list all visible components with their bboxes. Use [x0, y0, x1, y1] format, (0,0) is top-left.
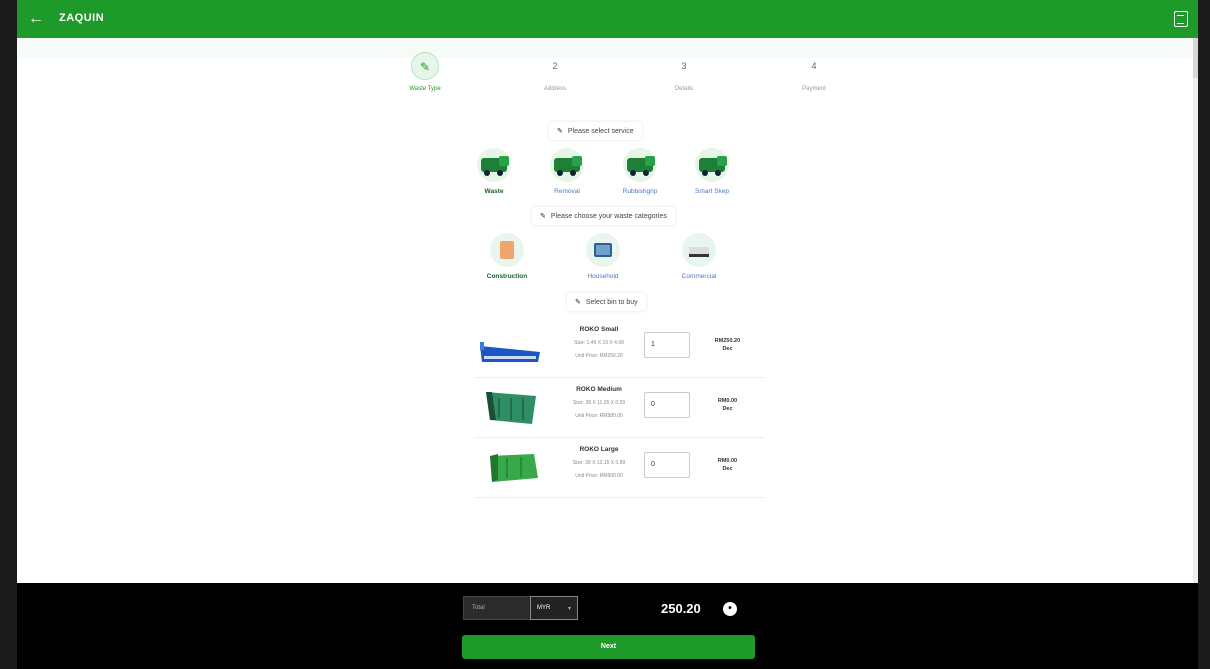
service-removal[interactable]: Removal: [532, 148, 602, 195]
bin-section-text: Select bin to buy: [585, 299, 638, 306]
bin-size: Size: 1.46 X 19 X 4.99: [574, 340, 624, 346]
checkout-bar: Total MYR ▾ 250.20 • Next: [17, 583, 1198, 669]
service-smart-skep[interactable]: Smart Skep: [677, 148, 747, 195]
quantity-input[interactable]: 0: [644, 452, 690, 478]
step-circle: 2: [552, 61, 558, 71]
step-circle: 3: [681, 61, 687, 71]
skip-truck-icon: [695, 148, 729, 182]
garbage-truck-icon: [623, 148, 657, 182]
step-circle: 4: [811, 61, 817, 71]
bin-size: Size: 38 X 11.35 X 0.59: [572, 400, 626, 406]
category-label: Construction: [486, 273, 528, 280]
stepper: ✎ Waste Type 2 Address 3 Details 4 Payme…: [380, 52, 850, 100]
bin-row: ROKO Large Size: 38 X 12.15 X 0.89 Unit …: [474, 438, 764, 498]
pen-icon: ✎: [575, 299, 581, 306]
arrow-left-icon[interactable]: ←: [27, 10, 45, 28]
bin-total: RM0.00 Dec: [700, 397, 755, 413]
bin-unit-price: Unit Price: RM580.00: [575, 413, 623, 419]
total-amount: 250.20: [661, 601, 701, 616]
category-label: Commercial: [681, 273, 717, 280]
category-construction[interactable]: Construction: [472, 233, 542, 280]
service-section-label: ✎ Please select service: [549, 122, 642, 140]
step-label: Details: [674, 86, 694, 92]
bin-section-label: ✎ Select bin to buy: [567, 293, 646, 311]
large-bin-image: [490, 454, 538, 482]
bin-size: Size: 38 X 12.15 X 0.89: [572, 460, 626, 466]
bin-total: RM250.20 Dec: [700, 337, 755, 353]
service-label: Rubbishgrip: [622, 188, 658, 195]
medium-bin-image: [486, 392, 536, 424]
scrollbar-thumb[interactable]: [1193, 38, 1198, 78]
next-button[interactable]: Next: [462, 635, 755, 659]
info-icon[interactable]: •: [723, 602, 737, 616]
bin-info: ROKO Medium Size: 38 X 11.35 X 0.59 Unit…: [554, 386, 644, 419]
quantity-input[interactable]: 1: [644, 332, 690, 358]
currency-select[interactable]: MYR ▾: [530, 596, 578, 620]
category-label: Household: [587, 273, 619, 280]
currency-value: MYR: [537, 605, 551, 611]
service-section-text: Please select service: [567, 128, 634, 135]
bin-row: ROKO Medium Size: 38 X 11.35 X 0.59 Unit…: [474, 378, 764, 438]
service-label: Waste: [484, 188, 504, 195]
category-household[interactable]: Household: [568, 233, 638, 280]
pen-icon: ✎: [557, 128, 563, 135]
truck-icon: [477, 148, 511, 182]
step-label: Waste Type: [409, 86, 441, 92]
service-label: Smart Skep: [695, 188, 729, 195]
scrollbar[interactable]: [1193, 38, 1198, 583]
bin-total-unit: Dec: [722, 406, 733, 412]
bin-name: ROKO Large: [579, 446, 619, 453]
step-waste-type[interactable]: ✎ Waste Type: [380, 52, 470, 92]
construction-icon: [490, 233, 524, 267]
loader-icon: [550, 148, 584, 182]
bin-name: ROKO Small: [579, 326, 619, 333]
service-waste[interactable]: Waste: [459, 148, 529, 195]
bin-list: ROKO Small Size: 1.46 X 19 X 4.99 Unit P…: [474, 318, 764, 498]
service-label: Removal: [554, 188, 580, 195]
step-details[interactable]: 3 Details: [639, 52, 729, 92]
bin-unit-price: Unit Price: RM250.20: [575, 353, 623, 359]
app-title: ZAQUIN: [59, 12, 105, 24]
bin-total: RM0.00 Dec: [700, 457, 755, 473]
top-app-bar: ← ZAQUIN: [17, 0, 1198, 38]
category-commercial[interactable]: Commercial: [664, 233, 734, 280]
step-payment[interactable]: 4 Payment: [769, 52, 859, 92]
document-icon[interactable]: [1174, 11, 1188, 27]
bin-total-amount: RM0.00: [717, 458, 738, 464]
bin-info: ROKO Small Size: 1.46 X 19 X 4.99 Unit P…: [554, 326, 644, 359]
bin-row: ROKO Small Size: 1.46 X 19 X 4.99 Unit P…: [474, 318, 764, 378]
bin-unit-price: Unit Price: RM600.00: [575, 473, 623, 479]
household-icon: [586, 233, 620, 267]
bin-total-amount: RM0.00: [717, 398, 738, 404]
factory-icon: [682, 233, 716, 267]
bin-total-unit: Dec: [722, 346, 733, 352]
total-field[interactable]: Total: [463, 596, 531, 620]
bin-info: ROKO Large Size: 38 X 12.15 X 0.89 Unit …: [554, 446, 644, 479]
bin-name: ROKO Medium: [576, 386, 622, 393]
app-window: ← ZAQUIN ✎ Waste Type 2 Address 3 Detail…: [17, 0, 1198, 669]
category-section-text: Please choose your waste categories: [550, 213, 667, 220]
pen-icon: ✎: [540, 213, 546, 220]
step-label: Payment: [802, 86, 826, 92]
step-label: Address: [543, 86, 566, 92]
small-bin-image: [480, 342, 540, 362]
bin-total-unit: Dec: [722, 466, 733, 472]
step-circle: ✎: [411, 52, 439, 80]
service-rubbishgrip[interactable]: Rubbishgrip: [605, 148, 675, 195]
bin-total-amount: RM250.20: [714, 338, 741, 344]
chevron-down-icon: ▾: [567, 606, 571, 612]
category-section-label: ✎ Please choose your waste categories: [532, 207, 675, 225]
step-address[interactable]: 2 Address: [510, 52, 600, 92]
quantity-input[interactable]: 0: [644, 392, 690, 418]
